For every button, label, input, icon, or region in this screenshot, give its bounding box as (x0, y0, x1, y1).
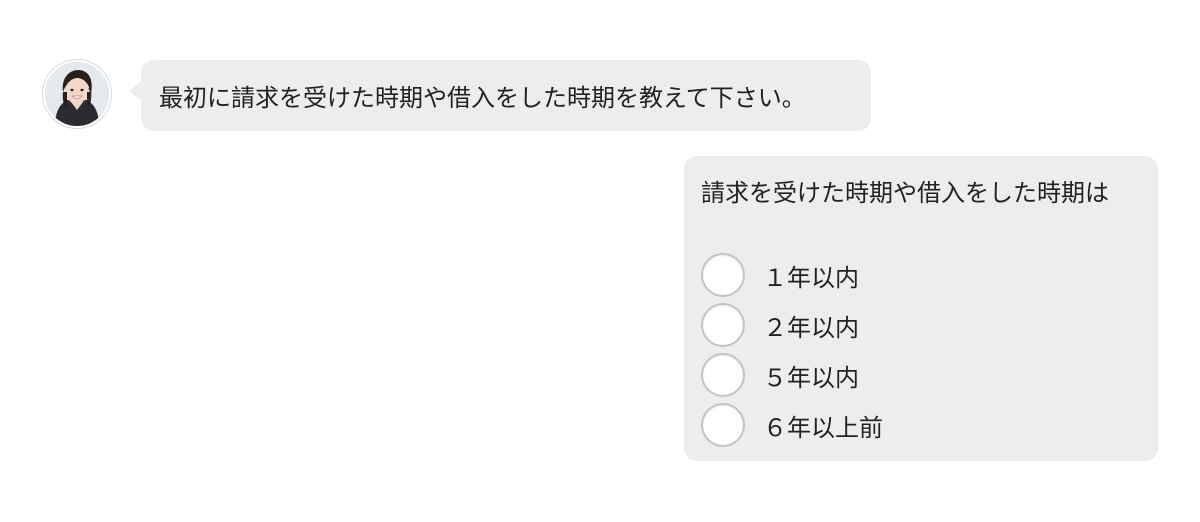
reply-form-bubble: 請求を受けた時期や借入をした時期は １年以内 ２年以内 ５年以内 ６年以上前 (684, 156, 1158, 461)
period-option-1-year[interactable]: １年以内 (701, 250, 1140, 300)
option-label[interactable]: ６年以上前 (763, 408, 883, 443)
agent-message-text: 最初に請求を受けた時期や借入をした時期を教えて下さい。 (159, 84, 806, 112)
agent-message-bubble: 最初に請求を受けた時期や借入をした時期を教えて下さい。 (141, 60, 871, 131)
period-option-6-years-or-more[interactable]: ６年以上前 (701, 400, 1140, 450)
period-options: １年以内 ２年以内 ５年以内 ６年以上前 (701, 250, 1140, 450)
operator-avatar-icon (43, 60, 111, 128)
option-label[interactable]: １年以内 (763, 258, 859, 293)
radio-button[interactable] (701, 303, 745, 347)
period-option-2-years[interactable]: ２年以内 (701, 300, 1140, 350)
option-label[interactable]: ２年以内 (763, 308, 859, 343)
option-label[interactable]: ５年以内 (763, 358, 859, 393)
radio-button[interactable] (701, 403, 745, 447)
radio-button[interactable] (701, 253, 745, 297)
reply-form-prompt: 請求を受けた時期や借入をした時期は (701, 179, 1109, 207)
radio-button[interactable] (701, 353, 745, 397)
period-option-5-years[interactable]: ５年以内 (701, 350, 1140, 400)
